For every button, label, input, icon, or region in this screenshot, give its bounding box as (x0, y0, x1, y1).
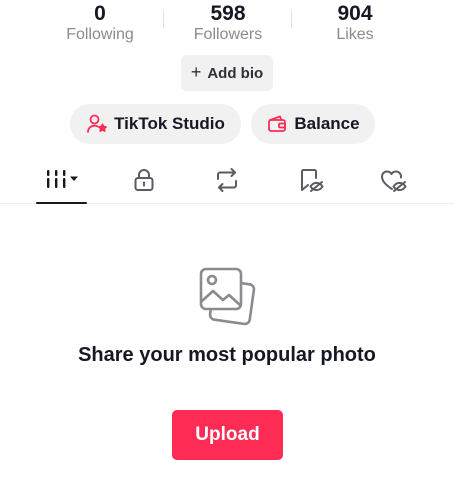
followers-label: Followers (193, 26, 263, 43)
tab-liked[interactable] (364, 156, 424, 204)
stat-divider (163, 10, 164, 28)
tab-private[interactable] (114, 156, 174, 204)
profile-tabs (0, 156, 454, 204)
upload-button[interactable]: Upload (172, 410, 283, 460)
stat-divider (291, 10, 292, 28)
stat-followers[interactable]: 598 Followers (168, 2, 288, 45)
stat-following[interactable]: 0 Following (40, 2, 160, 45)
bookmark-hidden-icon (297, 167, 325, 193)
heart-hidden-icon (379, 167, 409, 193)
likes-label: Likes (336, 26, 374, 43)
tab-videos[interactable] (32, 156, 92, 204)
tab-reposts[interactable] (197, 156, 257, 204)
add-bio-button[interactable]: + Add bio (181, 55, 273, 91)
plus-icon: + (190, 62, 202, 82)
grid-columns-icon (42, 168, 82, 192)
tiktok-studio-label: TikTok Studio (114, 114, 225, 133)
tab-favorites[interactable] (281, 156, 341, 204)
stat-likes[interactable]: 904 Likes (295, 2, 415, 45)
lock-icon (131, 167, 157, 193)
empty-state-title: Share your most popular photo (78, 344, 376, 366)
balance-label: Balance (294, 114, 360, 133)
repost-icon (213, 167, 241, 193)
add-bio-label: Add bio (207, 64, 264, 82)
active-tab-indicator (36, 202, 87, 204)
following-label: Following (66, 26, 134, 43)
following-count: 0 (94, 2, 106, 25)
likes-count: 904 (337, 2, 373, 25)
balance-button[interactable]: Balance (251, 104, 375, 144)
creator-star-icon (86, 113, 108, 135)
profile-stats: 0 Following 598 Followers 904 Likes (0, 0, 454, 52)
photo-stack-icon (197, 264, 257, 331)
wallet-icon (266, 113, 288, 135)
tiktok-studio-button[interactable]: TikTok Studio (70, 104, 241, 144)
followers-count: 598 (210, 2, 246, 25)
